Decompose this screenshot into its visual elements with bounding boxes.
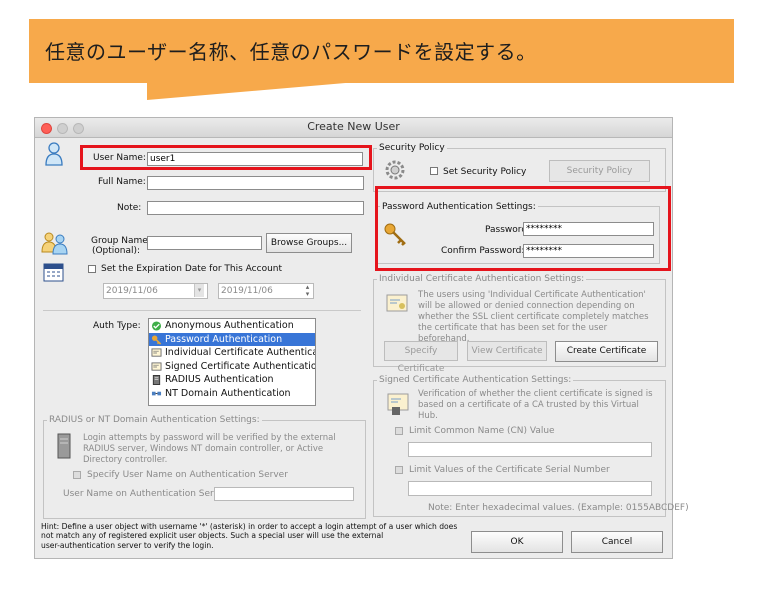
ok-button[interactable]: OK <box>471 531 563 553</box>
banner-text: 任意のユーザー名称、任意のパスワードを設定する。 <box>45 40 537 64</box>
hex-note: Note: Enter hexadecimal values. (Example… <box>428 503 689 513</box>
view-certificate-button: View Certificate <box>467 341 547 361</box>
limit-serial-label: Limit Values of the Certificate Serial N… <box>409 465 610 475</box>
auth-type-list[interactable]: Anonymous Authentication Password Authen… <box>148 318 316 406</box>
auth-item-signed-cert[interactable]: Signed Certificate Authentication <box>149 360 315 374</box>
group-name-label: Group Name (Optional): <box>91 236 148 256</box>
auth-item-individual-cert[interactable]: Individual Certificate Authenticat... <box>149 346 315 360</box>
radius-group-title: RADIUS or NT Domain Authentication Setti… <box>47 415 262 425</box>
title-bar: Create New User <box>35 118 672 138</box>
server-icon <box>152 375 161 385</box>
server-icon <box>57 433 71 459</box>
browse-groups-button[interactable]: Browse Groups... <box>266 233 352 253</box>
radius-description: Login attempts by password will be verif… <box>83 433 336 465</box>
check-circle-icon <box>151 321 162 331</box>
individual-cert-title: Individual Certificate Authentication Se… <box>377 274 587 284</box>
gear-icon <box>385 160 405 180</box>
create-new-user-window: Create New User User Name: user1 Full Na… <box>34 117 689 559</box>
set-security-policy-checkbox[interactable] <box>430 167 438 175</box>
network-icon <box>151 391 162 395</box>
expiration-date-picker: 2019/11/06 <box>103 283 208 299</box>
limit-cn-input <box>408 442 652 457</box>
full-name-input[interactable] <box>147 176 364 190</box>
expiration-time-picker: 2019/11/06 <box>218 283 314 299</box>
group-icon <box>41 232 68 255</box>
security-policy-button: Security Policy <box>549 160 650 182</box>
note-input[interactable] <box>147 201 364 215</box>
certificate-icon <box>151 348 162 357</box>
limit-cn-checkbox <box>395 427 403 435</box>
specify-certificate-button: Specify Certificate <box>384 341 458 374</box>
signed-cert-description: Verification of whether the client certi… <box>418 389 653 421</box>
time-spinner-icon: ▴ ▾ <box>305 283 310 298</box>
full-name-label: Full Name: <box>98 177 146 187</box>
signed-cert-title: Signed Certificate Authentication Settin… <box>377 375 574 385</box>
specify-user-name-checkbox <box>73 471 81 479</box>
banner-pointer <box>147 82 357 100</box>
window-title: Create New User <box>307 120 400 133</box>
hint-text: Hint: Define a user object with username… <box>41 522 458 550</box>
key-icon <box>151 334 162 345</box>
auth-type-label: Auth Type: <box>93 321 141 331</box>
limit-cn-label: Limit Common Name (CN) Value <box>409 426 555 436</box>
separator <box>43 310 361 311</box>
individual-cert-description: The users using 'Individual Certificate … <box>418 290 649 344</box>
limit-serial-checkbox <box>395 466 403 474</box>
calendar-icon <box>43 263 64 282</box>
certificate-icon <box>387 393 409 415</box>
auth-item-password[interactable]: Password Authentication <box>149 332 315 346</box>
auth-item-radius[interactable]: RADIUS Authentication <box>149 373 315 387</box>
limit-serial-input <box>408 481 652 496</box>
server-user-name-label: User Name on Authentication Server: <box>63 489 232 499</box>
specify-user-name-label: Specify User Name on Authentication Serv… <box>87 470 288 480</box>
group-name-input[interactable] <box>147 236 262 250</box>
note-label: Note: <box>117 203 142 213</box>
set-security-policy-label: Set Security Policy <box>443 167 527 177</box>
server-user-name-input <box>214 487 354 501</box>
certificate-icon <box>151 361 162 371</box>
create-certificate-button[interactable]: Create Certificate <box>555 341 658 362</box>
certificate-icon <box>386 294 408 312</box>
auth-item-anonymous[interactable]: Anonymous Authentication <box>149 319 315 333</box>
auth-item-nt-domain[interactable]: NT Domain Authentication <box>149 387 315 401</box>
expiration-checkbox[interactable] <box>88 265 96 273</box>
user-icon <box>45 142 63 166</box>
date-dropdown-icon: ▾ <box>194 284 204 297</box>
user-name-highlight <box>80 145 372 170</box>
expiration-label: Set the Expiration Date for This Account <box>101 264 283 274</box>
password-highlight <box>375 186 671 271</box>
cancel-button[interactable]: Cancel <box>571 531 663 553</box>
security-policy-title: Security Policy <box>377 143 447 153</box>
